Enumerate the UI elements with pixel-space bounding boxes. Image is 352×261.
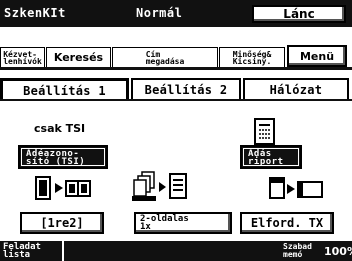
tab-search[interactable]: Keresés (46, 47, 111, 67)
sender-id-button[interactable]: Adéazono- sító (TSI) (18, 145, 108, 169)
tx-report-button[interactable]: Adás riport (240, 145, 302, 169)
rotate-page-icon (269, 177, 323, 199)
chain-button[interactable]: Lánc (252, 5, 346, 23)
touch-screen: SzkenKIt Normál _ Lánc Kézvet- lenhívók … (0, 0, 352, 261)
cursor-mark: _ (4, 16, 12, 30)
subtab-rule (0, 99, 352, 101)
duplex-button[interactable]: 2-oldalas 1x (134, 212, 232, 234)
tsi-only-label: csak TSI (34, 122, 86, 135)
tab-address-entry[interactable]: Cím megadása (112, 47, 218, 67)
page-mode-button[interactable]: [1re2] (20, 212, 104, 234)
free-memory-value: 100% (324, 245, 352, 258)
app-title: SzkenKIt (4, 6, 66, 20)
tab-quality-size[interactable]: Minőség& Kicsiny. (219, 47, 285, 67)
fax-report-icon (254, 118, 275, 145)
rotate-tx-button[interactable]: Elford. TX (240, 212, 334, 234)
mode-label: Normál (136, 6, 183, 20)
header-bar: SzkenKIt Normál _ Lánc (0, 0, 352, 30)
tab-direct-dial[interactable]: Kézvet- lenhívók (0, 47, 45, 67)
tab-settings-2[interactable]: Beállítás 2 (131, 78, 241, 100)
tab-settings-1[interactable]: Beállítás 1 (0, 78, 129, 100)
free-memory-label: Szabad memó (283, 242, 312, 259)
tab-menu[interactable]: Menü (287, 45, 347, 67)
job-list-button[interactable]: Feladat lista (0, 241, 64, 261)
tab-rule (0, 67, 352, 70)
two-page-scan-icon (35, 176, 91, 200)
tab-network[interactable]: Hálózat (243, 78, 349, 100)
document-feeder-icon (132, 171, 187, 201)
